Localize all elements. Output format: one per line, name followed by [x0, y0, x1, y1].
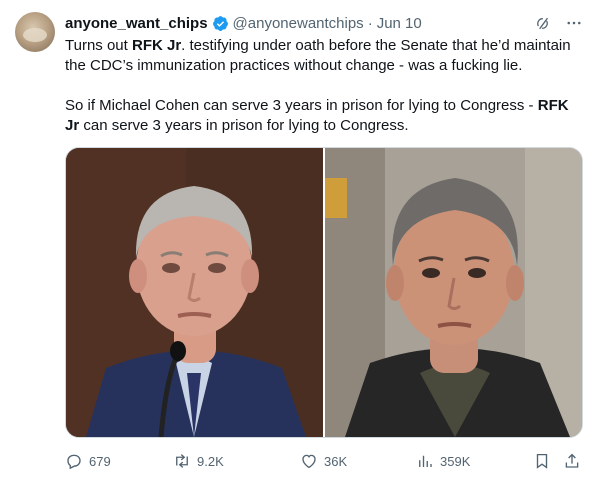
- views-count: 359K: [440, 453, 471, 469]
- header-separator: ·: [367, 14, 373, 32]
- reply-count: 679: [89, 453, 111, 469]
- repost-count: 9.2K: [197, 453, 224, 469]
- tweet-paragraph-1: Turns out RFK Jr. testifying under oath …: [65, 37, 571, 74]
- repost-icon: [176, 454, 188, 468]
- reply-button[interactable]: 679: [65, 450, 111, 472]
- views-chart-icon: [419, 455, 432, 467]
- photo-right[interactable]: [325, 148, 582, 437]
- author-avatar[interactable]: [15, 12, 55, 52]
- share-button[interactable]: [563, 450, 581, 472]
- bookmark-icon: [536, 453, 548, 469]
- repost-button[interactable]: 9.2K: [173, 450, 224, 472]
- author-handle[interactable]: @anyonewantchips: [233, 15, 364, 32]
- tweet-date[interactable]: Jun 10: [377, 15, 422, 32]
- tweet-actions: 679 9.2K 36K 359K: [65, 450, 585, 472]
- tweet-header: anyone_want_chips @anyonewantchips · Jun…: [65, 12, 584, 34]
- tweet-paragraph-2: So if Michael Cohen can serve 3 years in…: [65, 97, 569, 134]
- reply-icon: [67, 454, 81, 470]
- tweet-media: [65, 147, 583, 438]
- bookmark-button[interactable]: [533, 450, 551, 472]
- grok-icon[interactable]: [532, 13, 552, 33]
- photo-left-illustration: [66, 148, 323, 437]
- author-name[interactable]: anyone_want_chips: [65, 15, 208, 32]
- like-button[interactable]: 36K: [300, 450, 347, 472]
- header-actions: [532, 12, 584, 34]
- photo-left[interactable]: [66, 148, 323, 437]
- views-button[interactable]: 359K: [416, 450, 470, 472]
- share-icon: [565, 453, 579, 468]
- tweet-text: Turns out RFK Jr. testifying under oath …: [65, 36, 585, 136]
- more-options-icon[interactable]: [564, 13, 584, 33]
- photo-right-illustration: [325, 148, 582, 437]
- verified-badge-icon: [212, 15, 228, 31]
- like-count: 36K: [324, 453, 348, 469]
- heart-icon: [302, 454, 316, 469]
